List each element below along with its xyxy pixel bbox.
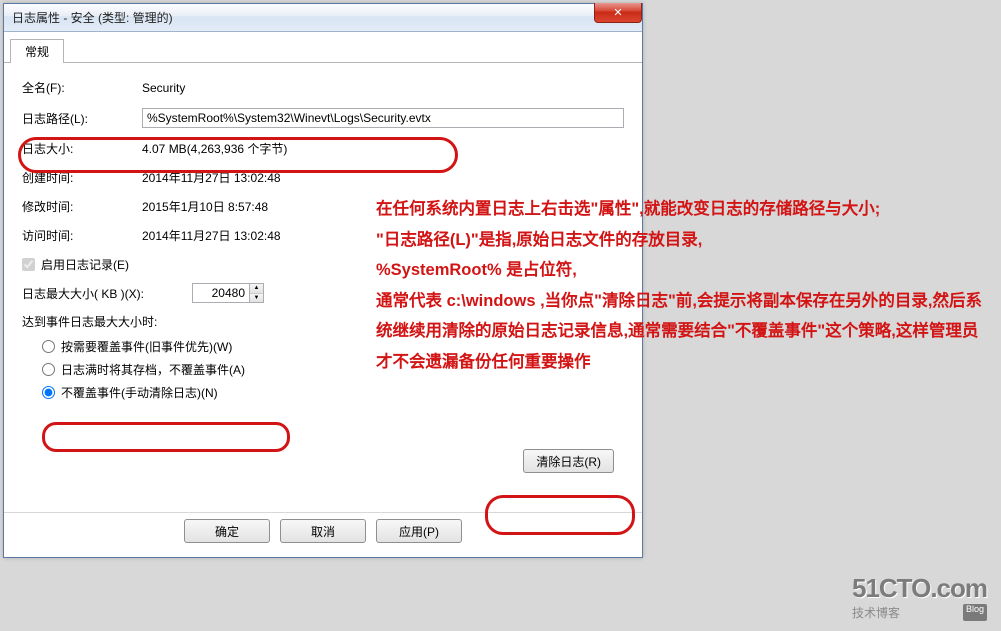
accessed-label: 访问时间: — [22, 227, 142, 244]
radio-archive[interactable] — [42, 363, 55, 376]
annotation-text: 在任何系统内置日志上右击选"属性",就能改变日志的存储路径与大小;"日志路径(L… — [376, 194, 984, 377]
radio-overwrite-label: 按需要覆盖事件(旧事件优先)(W) — [61, 338, 232, 355]
ok-button[interactable]: 确定 — [184, 519, 270, 543]
enable-logging-label: 启用日志记录(E) — [41, 256, 129, 273]
max-size-spinner[interactable]: ▲ ▼ — [192, 283, 264, 303]
max-size-label: 日志最大大小( KB )(X): — [22, 285, 192, 302]
radio-archive-label: 日志满时将其存档，不覆盖事件(A) — [61, 361, 245, 378]
watermark-small: 技术博客 Blog — [852, 604, 987, 621]
close-button[interactable]: ✕ — [594, 3, 642, 23]
watermark-big: 51CTO.com — [852, 573, 987, 604]
spinner-arrows: ▲ ▼ — [249, 284, 263, 302]
close-icon: ✕ — [613, 6, 622, 19]
apply-button[interactable]: 应用(P) — [376, 519, 462, 543]
modified-label: 修改时间: — [22, 198, 142, 215]
titlebar[interactable]: 日志属性 - 安全 (类型: 管理的) ✕ — [4, 4, 642, 32]
watermark-tag: Blog — [963, 604, 987, 621]
watermark-small-text: 技术博客 — [852, 604, 900, 621]
footer-buttons: 确定 取消 应用(P) — [4, 512, 642, 549]
row-logpath: 日志路径(L): — [22, 108, 624, 128]
max-size-input[interactable] — [193, 284, 249, 302]
row-created: 创建时间: 2014年11月27日 13:02:48 — [22, 169, 624, 186]
radio-noclear[interactable] — [42, 386, 55, 399]
spinner-down-icon[interactable]: ▼ — [250, 294, 263, 303]
enable-logging-checkbox[interactable] — [22, 258, 35, 271]
window-title: 日志属性 - 安全 (类型: 管理的) — [12, 9, 173, 26]
tabstrip: 常规 — [4, 32, 642, 63]
radio-overwrite[interactable] — [42, 340, 55, 353]
logsize-label: 日志大小: — [22, 140, 142, 157]
logsize-value: 4.07 MB(4,263,936 个字节) — [142, 140, 624, 157]
radio-noclear-label: 不覆盖事件(手动清除日志)(N) — [61, 384, 218, 401]
created-value: 2014年11月27日 13:02:48 — [142, 169, 624, 186]
clear-log-button[interactable]: 清除日志(R) — [523, 449, 614, 473]
spinner-up-icon[interactable]: ▲ — [250, 284, 263, 294]
watermark: 51CTO.com 技术博客 Blog — [852, 573, 987, 621]
logpath-input[interactable] — [142, 108, 624, 128]
tab-general[interactable]: 常规 — [10, 39, 64, 63]
clear-button-wrap: 清除日志(R) — [22, 449, 624, 473]
fullname-label: 全名(F): — [22, 79, 142, 96]
logpath-label: 日志路径(L): — [22, 110, 142, 127]
radio-noclear-row: 不覆盖事件(手动清除日志)(N) — [42, 384, 624, 401]
logpath-value-wrap — [142, 108, 624, 128]
cancel-button[interactable]: 取消 — [280, 519, 366, 543]
created-label: 创建时间: — [22, 169, 142, 186]
row-logsize: 日志大小: 4.07 MB(4,263,936 个字节) — [22, 140, 624, 157]
fullname-value: Security — [142, 81, 624, 95]
row-fullname: 全名(F): Security — [22, 79, 624, 96]
